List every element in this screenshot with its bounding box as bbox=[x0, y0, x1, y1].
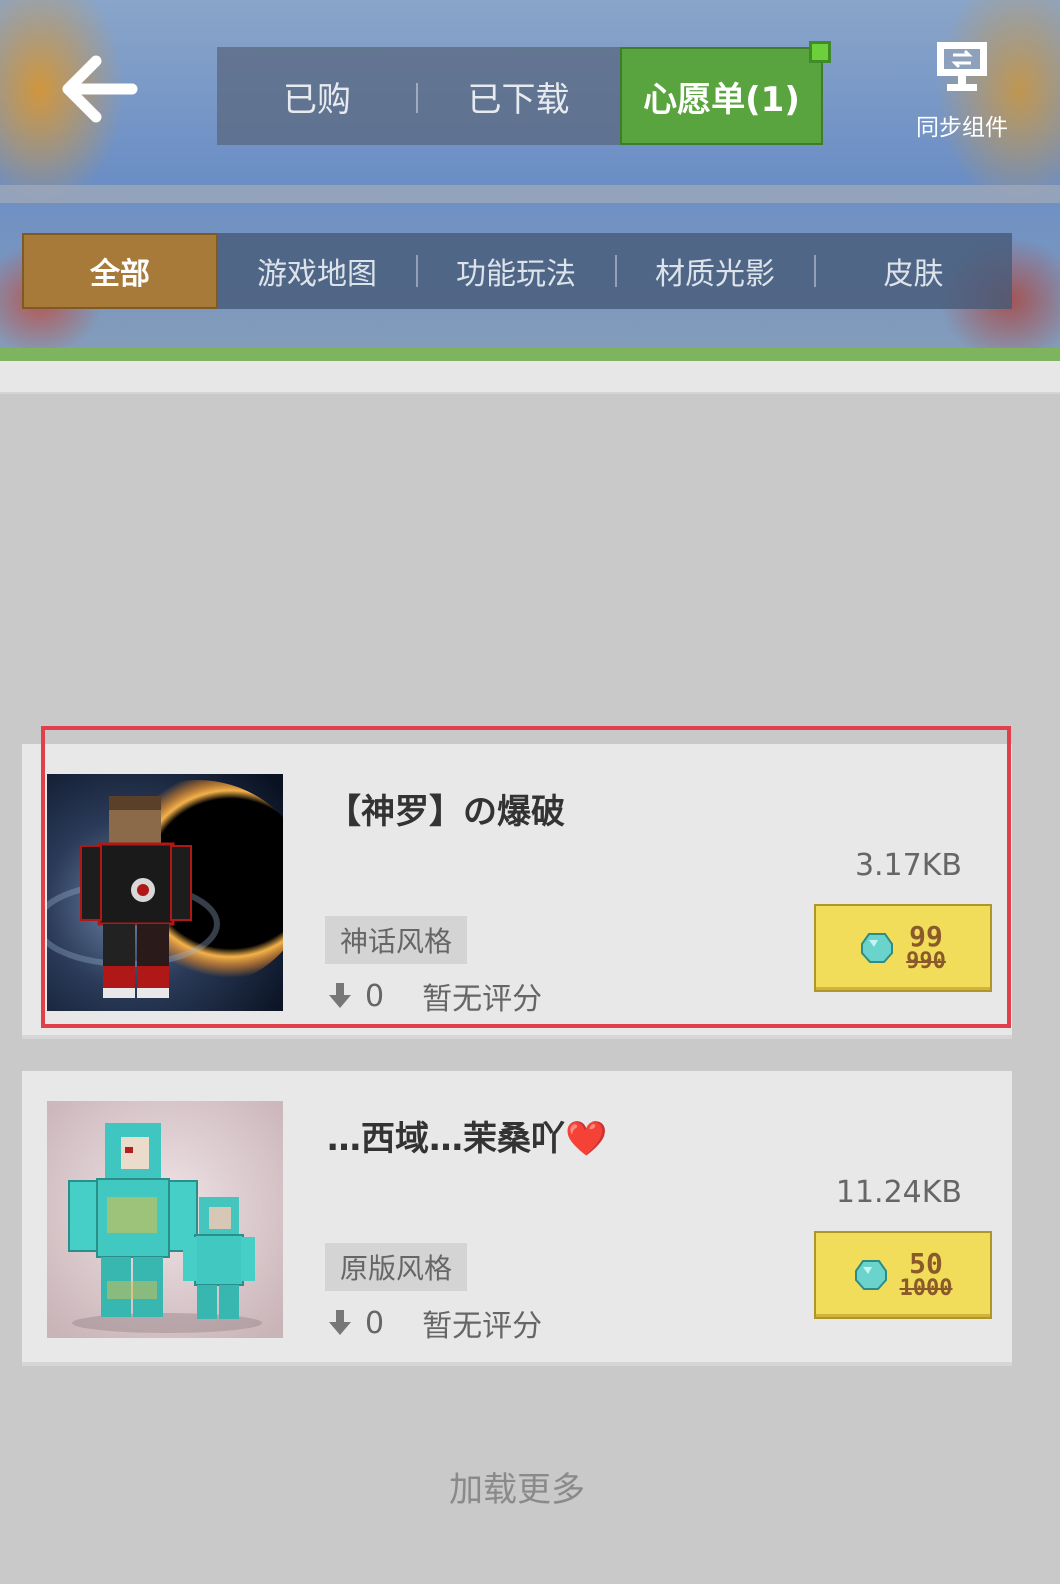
tab-wishlist[interactable]: 心愿单(1) bbox=[620, 41, 831, 145]
category-skins[interactable]: 皮肤 bbox=[815, 233, 1012, 309]
item-thumbnail bbox=[47, 1101, 283, 1338]
price-block: 99 990 bbox=[906, 923, 946, 973]
tab-wishlist-label: 心愿单(1) bbox=[643, 79, 800, 120]
download-icon bbox=[329, 983, 351, 1008]
item-stats: 0 暂无评分 bbox=[327, 1301, 542, 1345]
original-price: 990 bbox=[906, 949, 946, 974]
current-price: 50 bbox=[909, 1247, 943, 1280]
item-style-tag: 原版风格 bbox=[325, 1243, 468, 1291]
item-rating: 暂无评分 bbox=[422, 1309, 543, 1344]
item-file-size: 11.24KB bbox=[835, 1175, 962, 1210]
item-thumbnail bbox=[47, 774, 283, 1011]
header-green-strip bbox=[0, 348, 1060, 361]
item-style-tag: 神话风格 bbox=[325, 916, 468, 964]
category-all[interactable]: 全部 bbox=[22, 233, 218, 309]
item-rating: 暂无评分 bbox=[422, 982, 543, 1017]
download-count: 0 bbox=[365, 1305, 385, 1341]
load-more-button[interactable]: 加载更多 bbox=[0, 1462, 1034, 1511]
category-game-maps[interactable]: 游戏地图 bbox=[218, 233, 416, 309]
back-button[interactable] bbox=[60, 55, 140, 125]
tab-purchased[interactable]: 已购 bbox=[217, 47, 417, 145]
item-title: …西域…茉桑吖❤️ bbox=[327, 1119, 608, 1159]
wishlist-item-card[interactable]: 【神罗】の爆破 3.17KB 神话风格 0 暂无评分 99 990 bbox=[22, 744, 1012, 1039]
original-price: 1000 bbox=[899, 1276, 953, 1301]
monitor-sync-icon bbox=[937, 42, 987, 91]
category-bar: 全部 游戏地图 功能玩法 材质光影 皮肤 bbox=[22, 233, 1012, 309]
item-stats: 0 暂无评分 bbox=[327, 974, 542, 1018]
download-count: 0 bbox=[365, 978, 385, 1014]
item-file-size: 3.17KB bbox=[854, 848, 962, 883]
buy-button[interactable]: 50 1000 bbox=[814, 1231, 992, 1319]
diamond-icon bbox=[854, 1260, 887, 1290]
item-title: 【神罗】の爆破 bbox=[327, 792, 565, 832]
price-block: 50 1000 bbox=[900, 1250, 953, 1300]
sync-components-button[interactable]: 同步组件 bbox=[912, 40, 1012, 141]
download-icon bbox=[329, 1310, 351, 1335]
category-gameplay[interactable]: 功能玩法 bbox=[417, 233, 615, 309]
wishlist-item-card[interactable]: …西域…茉桑吖❤️ 11.24KB 原版风格 0 暂无评分 50 1000 bbox=[22, 1071, 1012, 1366]
current-price: 99 bbox=[909, 920, 943, 953]
header-band bbox=[0, 185, 1060, 203]
arrow-left-icon bbox=[62, 55, 138, 123]
diamond-icon bbox=[861, 933, 894, 963]
tab-downloaded[interactable]: 已下载 bbox=[417, 47, 620, 145]
category-textures[interactable]: 材质光影 bbox=[616, 233, 814, 309]
sync-label: 同步组件 bbox=[916, 115, 1008, 141]
top-tab-bar: 已购 已下载 心愿单(1) bbox=[217, 41, 831, 145]
tab-wishlist-corner-decoration bbox=[809, 41, 831, 63]
header-bottom-strip bbox=[0, 361, 1060, 394]
buy-button[interactable]: 99 990 bbox=[814, 904, 992, 992]
